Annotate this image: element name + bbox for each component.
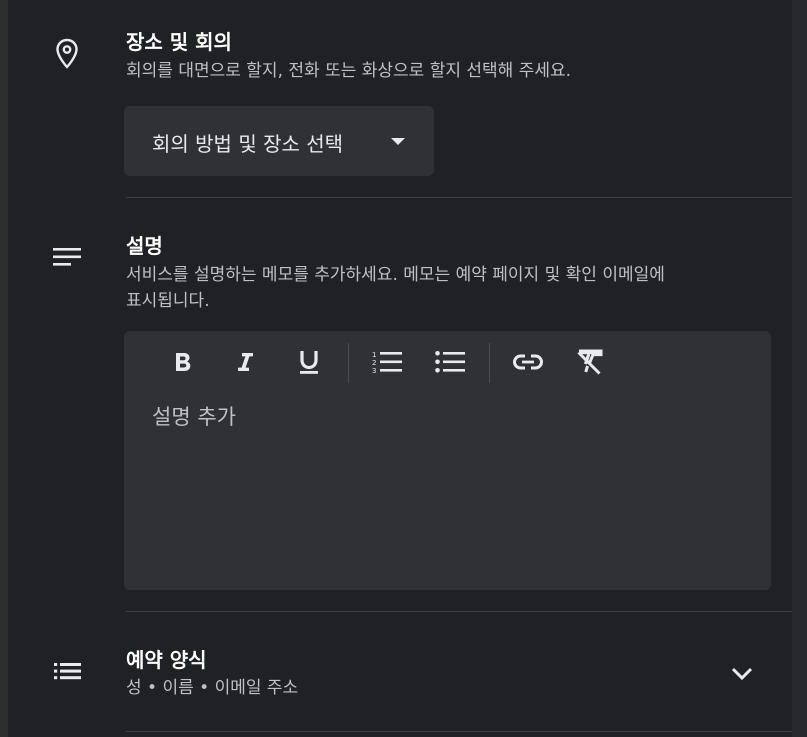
section-divider: [126, 731, 792, 732]
svg-text:3: 3: [372, 367, 376, 374]
clear-formatting-icon: [577, 349, 603, 375]
description-editor[interactable]: 1 2 3 설명 추가: [124, 331, 771, 590]
toolbar-separator: [489, 343, 490, 383]
dropdown-label: 회의 방법 및 장소 선택: [152, 132, 344, 156]
location-subtitle: 회의를 대면으로 할지, 전화 또는 화상으로 할지 선택해 주세요.: [126, 61, 572, 81]
location-title: 장소 및 회의: [126, 30, 232, 54]
meeting-method-dropdown[interactable]: 회의 방법 및 장소 선택: [124, 106, 434, 176]
bulleted-list-icon: [435, 351, 465, 373]
caret-down-icon: [391, 138, 405, 145]
description-subtitle-line2: 표시됩니다.: [126, 291, 210, 311]
description-placeholder: 설명 추가: [152, 405, 236, 429]
left-panel-edge: [0, 0, 8, 737]
bold-button[interactable]: [166, 345, 200, 379]
italic-button[interactable]: [228, 345, 262, 379]
svg-text:2: 2: [372, 359, 376, 367]
notes-icon: [53, 248, 81, 266]
toolbar-separator: [348, 343, 349, 383]
section-divider: [126, 611, 792, 612]
section-divider: [126, 197, 792, 198]
booking-form-subtitle: 성 • 이름 • 이메일 주소: [126, 678, 299, 698]
bulleted-list-button[interactable]: [433, 345, 467, 379]
booking-form-title: 예약 양식: [126, 648, 207, 672]
link-button[interactable]: [511, 345, 545, 379]
italic-icon: [238, 353, 253, 371]
underline-button[interactable]: [292, 345, 326, 379]
clear-formatting-button[interactable]: [573, 345, 607, 379]
numbered-list-button[interactable]: 1 2 3: [370, 345, 404, 379]
description-subtitle-line1: 서비스를 설명하는 메모를 추가하세요. 메모는 예약 페이지 및 확인 이메일…: [126, 265, 665, 285]
location-pin-icon: [56, 38, 78, 69]
underline-icon: [300, 351, 318, 374]
link-icon: [512, 354, 544, 370]
form-list-icon: [54, 663, 81, 680]
svg-text:1: 1: [372, 351, 376, 359]
chevron-down-icon[interactable]: [728, 660, 756, 688]
numbered-list-icon: 1 2 3: [372, 351, 402, 374]
description-title: 설명: [126, 234, 163, 258]
scrollbar-track[interactable]: [792, 0, 807, 737]
bold-icon: [176, 353, 191, 371]
